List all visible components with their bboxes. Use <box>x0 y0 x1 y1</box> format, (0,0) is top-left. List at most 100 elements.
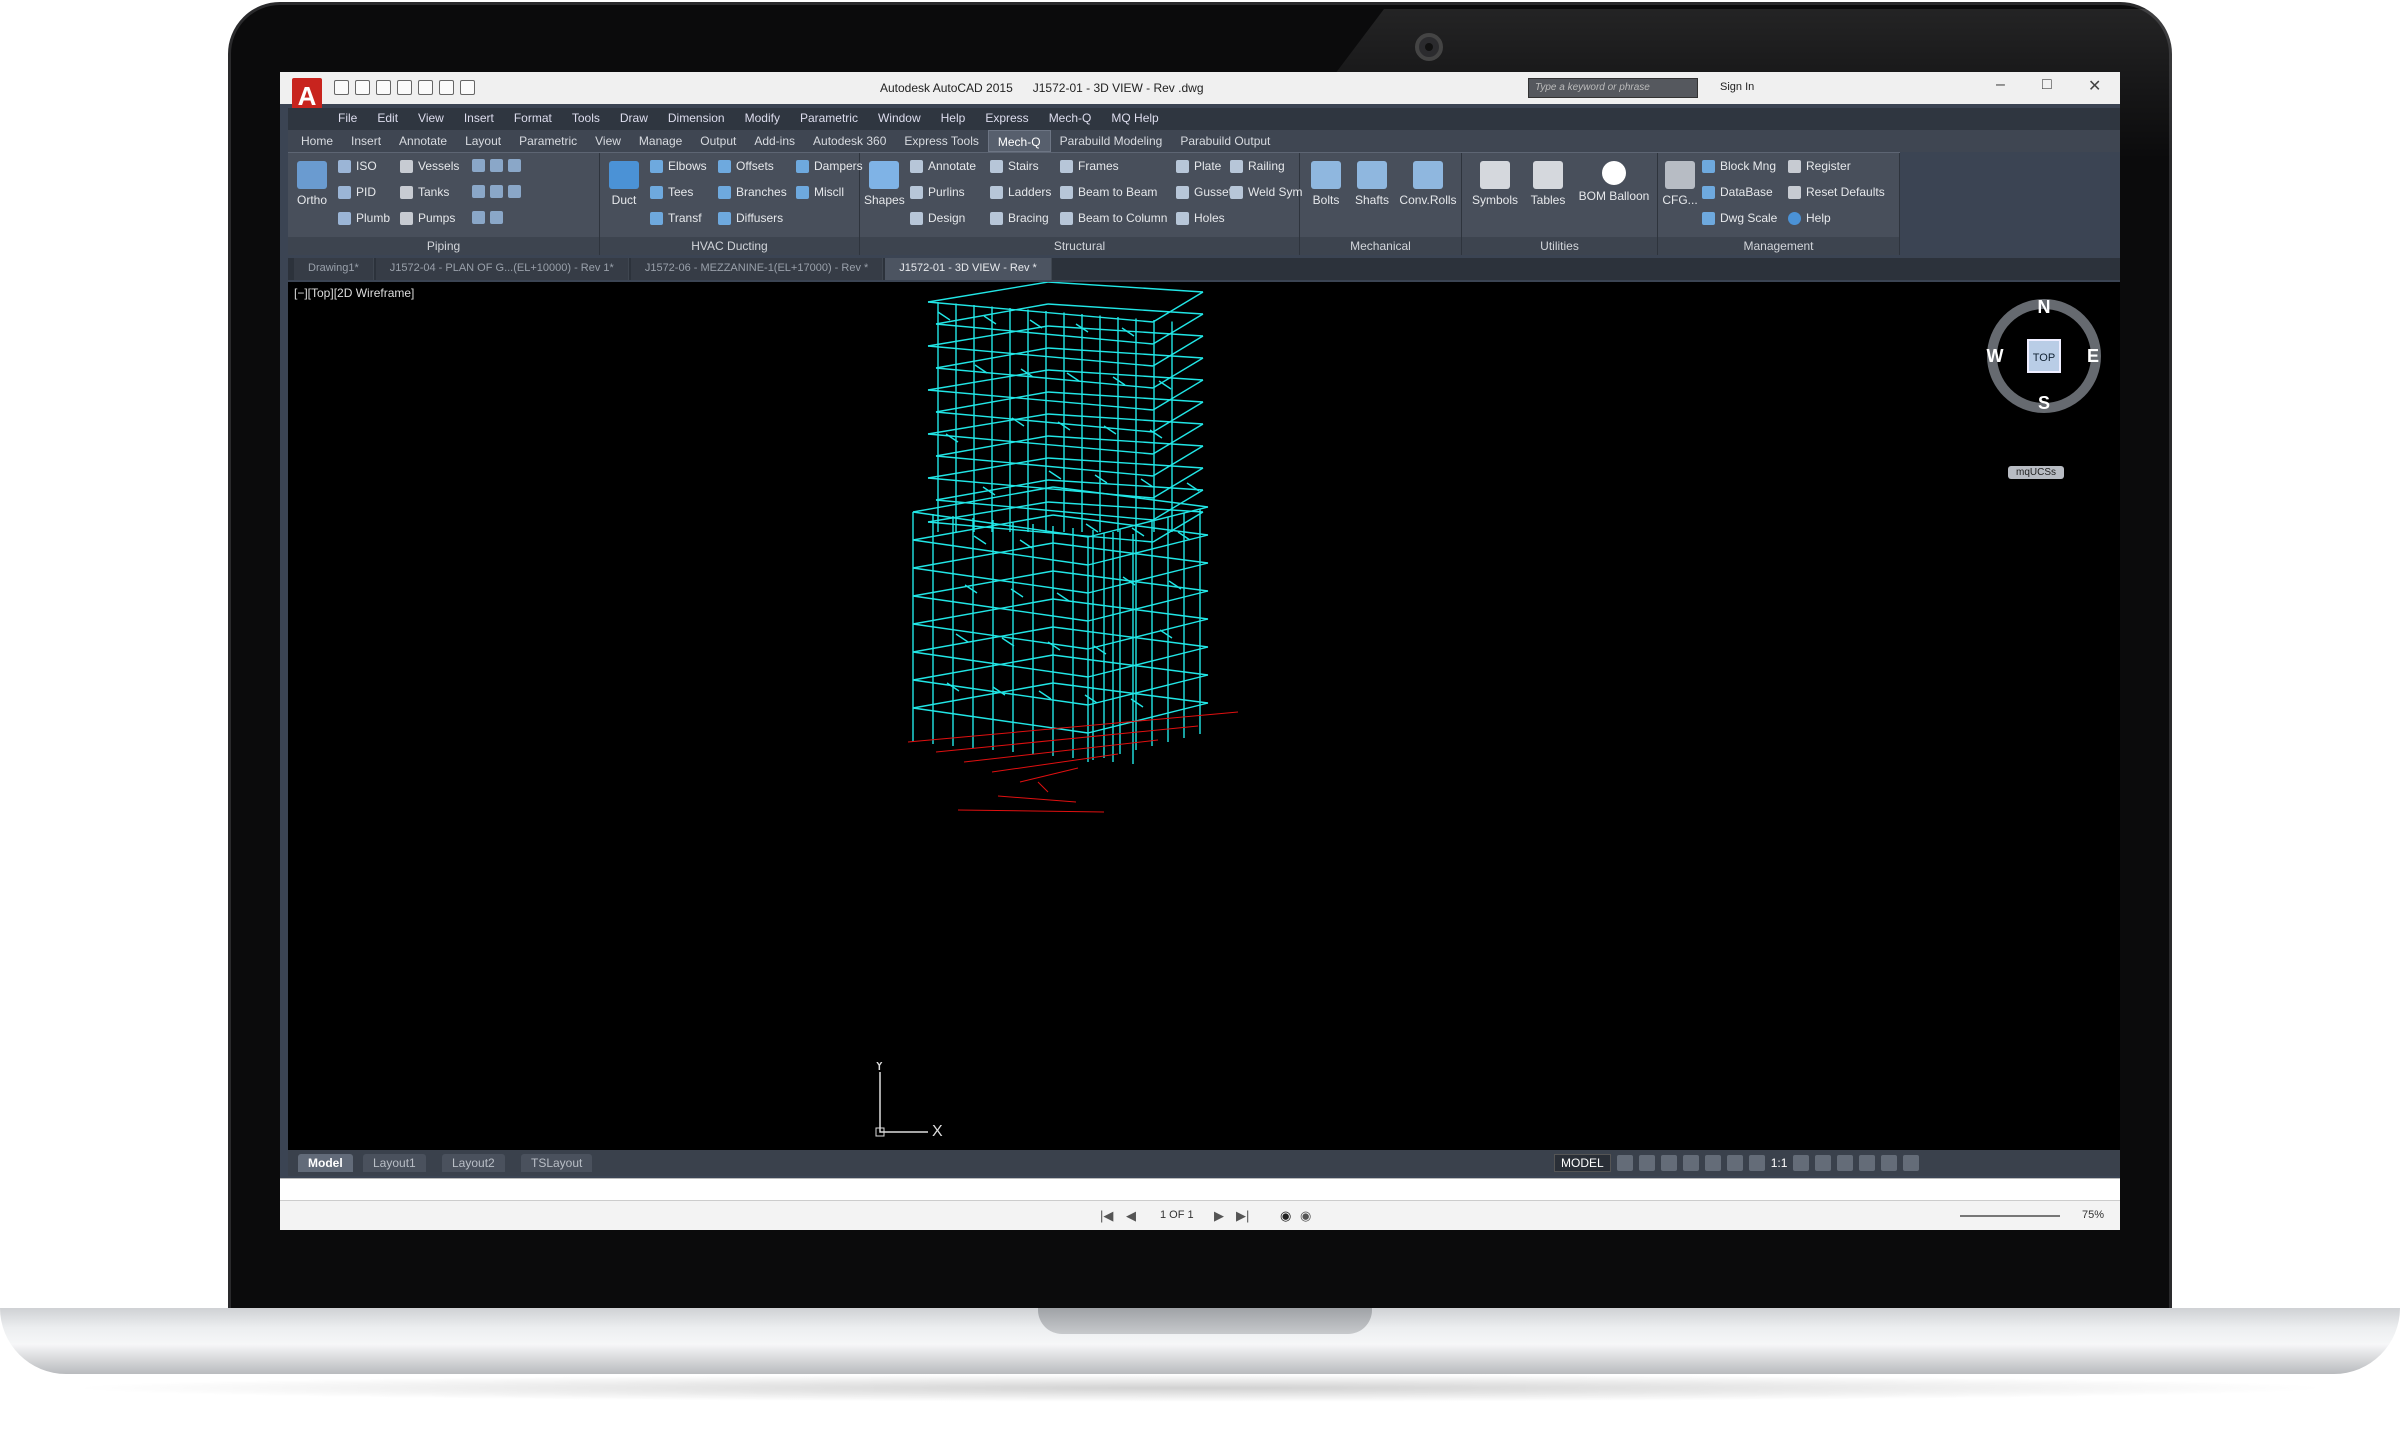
grid-icon[interactable] <box>1616 1155 1633 1171</box>
miscll-button[interactable]: Miscll <box>796 185 844 199</box>
customize-menu-icon[interactable] <box>1903 1155 1920 1171</box>
hardware-accel-icon[interactable] <box>1859 1155 1876 1171</box>
weld-sym-button[interactable]: Weld Sym <box>1230 185 1302 199</box>
save-icon[interactable] <box>376 80 391 95</box>
duct-button[interactable]: Duct <box>604 161 644 207</box>
menu-item-help[interactable]: Help <box>931 108 976 130</box>
plus-icon[interactable] <box>1815 1155 1832 1171</box>
reset-defaults-button[interactable]: Reset Defaults <box>1788 185 1885 199</box>
plate-button[interactable]: Plate <box>1176 159 1221 173</box>
ribbon-tab-mech-q[interactable]: Mech-Q <box>987 130 1051 152</box>
annotate-button[interactable]: Annotate <box>910 159 976 173</box>
clean-screen-icon[interactable] <box>1881 1155 1898 1171</box>
close-icon[interactable]: ✕ <box>2088 76 2101 96</box>
valve-icons[interactable] <box>472 185 521 198</box>
document-tab-1[interactable]: Drawing1* <box>294 258 374 280</box>
cfg-button[interactable]: CFG... <box>1660 161 1700 207</box>
holes-button[interactable]: Holes <box>1176 211 1225 225</box>
dampers-button[interactable]: Dampers <box>796 159 863 173</box>
gusset-button[interactable]: Gusset <box>1176 185 1232 199</box>
layout-tab-layout1[interactable]: Layout1 <box>363 1154 426 1172</box>
plumb-button[interactable]: Plumb <box>338 211 390 225</box>
save-as-icon[interactable] <box>397 80 412 95</box>
ribbon-tab-parabuild-output[interactable]: Parabuild Output <box>1171 130 1279 152</box>
rewind-icon[interactable]: ◉ <box>1280 1208 1291 1224</box>
beam-to-beam-button[interactable]: Beam to Beam <box>1060 185 1157 199</box>
conv-rolls-button[interactable]: Conv.Rolls <box>1398 161 1458 207</box>
tables-button[interactable]: Tables <box>1526 161 1570 207</box>
flange-icons[interactable] <box>472 211 503 224</box>
frames-button[interactable]: Frames <box>1060 159 1119 173</box>
compass-east[interactable]: E <box>2087 346 2099 366</box>
stairs-button[interactable]: Stairs <box>990 159 1039 173</box>
dwg-scale-button[interactable]: Dwg Scale <box>1702 211 1777 225</box>
menu-item-mq-help[interactable]: MQ Help <box>1101 108 1168 130</box>
forward-icon[interactable]: ◉ <box>1300 1208 1311 1224</box>
otrack-icon[interactable] <box>1726 1155 1743 1171</box>
compass-west[interactable]: W <box>1987 346 2004 366</box>
menu-item-mech-q[interactable]: Mech-Q <box>1039 108 1102 130</box>
workspace-gear-icon[interactable] <box>1793 1155 1810 1171</box>
zoom-slider[interactable] <box>1960 1215 2060 1217</box>
compass-south[interactable]: S <box>2038 393 2050 413</box>
polar-icon[interactable] <box>1682 1155 1699 1171</box>
annotation-scale[interactable]: 1:1 <box>1771 1156 1788 1170</box>
tees-button[interactable]: Tees <box>650 185 693 199</box>
menu-item-express[interactable]: Express <box>975 108 1038 130</box>
new-icon[interactable] <box>334 80 349 95</box>
layout-tab-layout2[interactable]: Layout2 <box>442 1154 505 1172</box>
first-page-icon[interactable]: |◀ <box>1100 1208 1113 1224</box>
document-tab-3[interactable]: J1572-06 - MEZZANINE-1(EL+17000) - Rev * <box>630 258 884 280</box>
pid-button[interactable]: PID <box>338 185 376 199</box>
branches-button[interactable]: Branches <box>718 185 787 199</box>
layout-tab-tslayout[interactable]: TSLayout <box>521 1154 593 1172</box>
vessels-button[interactable]: Vessels <box>400 159 459 173</box>
iso-button[interactable]: ISO <box>338 159 377 173</box>
model-space-button[interactable]: MODEL <box>1554 1154 1611 1172</box>
annotation-visibility-icon[interactable] <box>1748 1155 1765 1171</box>
purlins-button[interactable]: Purlins <box>910 185 965 199</box>
redo-icon[interactable] <box>460 80 475 95</box>
shafts-button[interactable]: Shafts <box>1350 161 1394 207</box>
viewcube[interactable]: TOP N S E W <box>1984 296 2104 416</box>
menu-item-modify[interactable]: Modify <box>735 108 790 130</box>
last-page-icon[interactable]: ▶| <box>1236 1208 1249 1224</box>
railing-button[interactable]: Railing <box>1230 159 1285 173</box>
snap-icon[interactable] <box>1638 1155 1655 1171</box>
ribbon-tab-output[interactable]: Output <box>691 130 745 152</box>
ribbon-tab-add-ins[interactable]: Add-ins <box>745 130 804 152</box>
ribbon-tab-layout[interactable]: Layout <box>456 130 510 152</box>
bom-balloon-button[interactable]: BOM Balloon <box>1574 161 1654 203</box>
ribbon-tab-parametric[interactable]: Parametric <box>510 130 586 152</box>
bolts-button[interactable]: Bolts <box>1306 161 1346 207</box>
document-tab-4[interactable]: J1572-01 - 3D VIEW - Rev * <box>885 258 1052 280</box>
menu-item-tools[interactable]: Tools <box>562 108 610 130</box>
ribbon-tab-annotate[interactable]: Annotate <box>390 130 456 152</box>
tanks-button[interactable]: Tanks <box>400 185 449 199</box>
drawing-viewport[interactable]: [−][Top][2D Wireframe] TOP N S E W mqUCS… <box>288 282 2120 1150</box>
database-button[interactable]: DataBase <box>1702 185 1773 199</box>
menu-item-view[interactable]: View <box>408 108 454 130</box>
sign-in-button[interactable]: Sign In <box>1720 81 1754 93</box>
bracing-button[interactable]: Bracing <box>990 211 1049 225</box>
menu-item-edit[interactable]: Edit <box>367 108 408 130</box>
menu-item-window[interactable]: Window <box>868 108 931 130</box>
previous-page-icon[interactable]: ◀ <box>1126 1208 1136 1224</box>
compass-north[interactable]: N <box>2038 297 2051 317</box>
menu-item-draw[interactable]: Draw <box>610 108 658 130</box>
design-button[interactable]: Design <box>910 211 965 225</box>
open-icon[interactable] <box>355 80 370 95</box>
elbows-button[interactable]: Elbows <box>650 159 707 173</box>
pumps-button[interactable]: Pumps <box>400 211 455 225</box>
search-input[interactable]: Type a keyword or phrase <box>1528 78 1698 98</box>
symbols-button[interactable]: Symbols <box>1468 161 1522 207</box>
osnap-icon[interactable] <box>1704 1155 1721 1171</box>
document-tab-2[interactable]: J1572-04 - PLAN OF G...(EL+10000) - Rev … <box>375 258 629 280</box>
beam-to-column-button[interactable]: Beam to Column <box>1060 211 1167 225</box>
ortho-mode-icon[interactable] <box>1660 1155 1677 1171</box>
transf-button[interactable]: Transf <box>650 211 702 225</box>
ribbon-tab-autodesk-360[interactable]: Autodesk 360 <box>804 130 895 152</box>
menu-item-parametric[interactable]: Parametric <box>790 108 868 130</box>
layout-tab-model[interactable]: Model <box>298 1154 353 1172</box>
menu-item-file[interactable]: File <box>328 108 367 130</box>
